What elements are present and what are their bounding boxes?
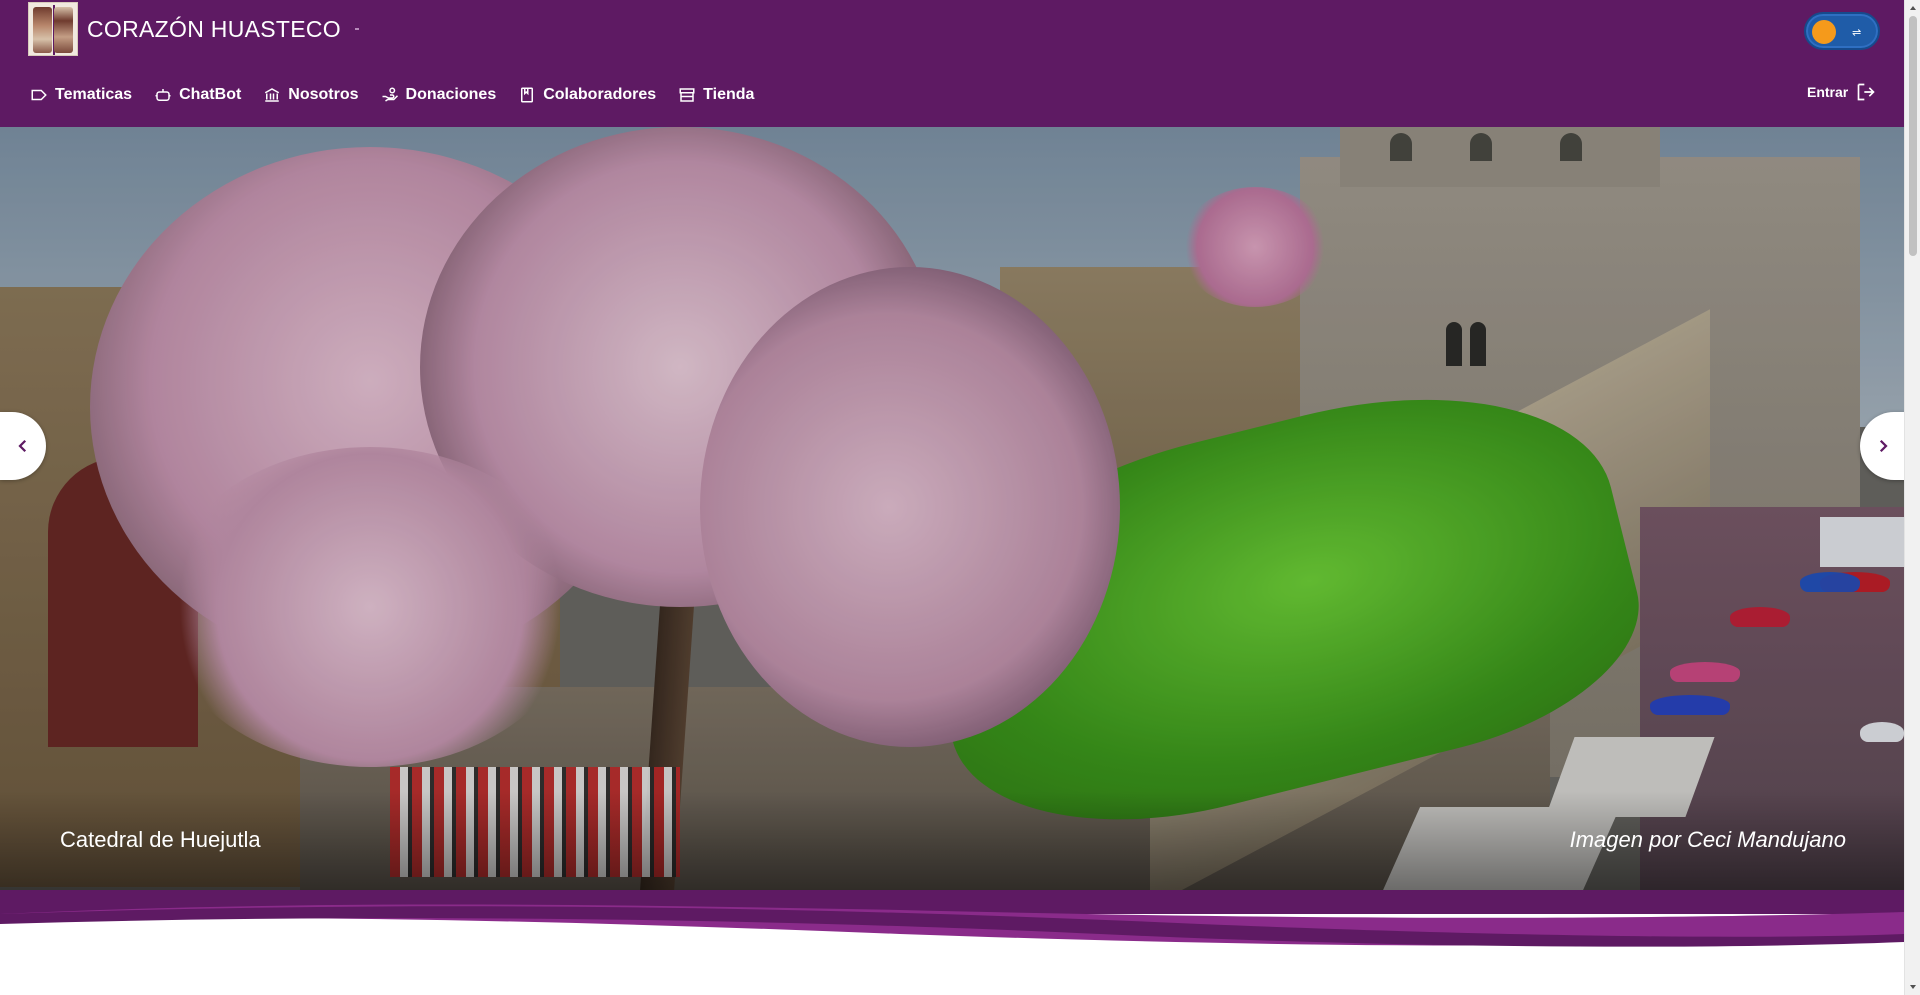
tag-icon <box>31 89 47 101</box>
nav-item-label: Tematicas <box>55 86 133 103</box>
theme-toggle[interactable]: ⇌ <box>1804 12 1880 50</box>
decorative-wave <box>0 890 1904 947</box>
caret-up-icon <box>1910 6 1916 10</box>
brand[interactable]: CORAZÓN HUASTECO <box>28 0 359 58</box>
slide-caption-title: Catedral de Huejutla <box>60 827 261 852</box>
brand-title: CORAZÓN HUASTECO <box>87 15 341 42</box>
donation-hand-icon <box>382 87 398 102</box>
scrollbar-thumb[interactable] <box>1909 16 1917 256</box>
main-nav: Tematicas ChatBot Nosotros Donaciones Co… <box>30 80 776 110</box>
robot-icon <box>155 89 171 101</box>
page-scrollbar[interactable] <box>1904 0 1920 995</box>
toggle-knob <box>1812 20 1836 44</box>
brand-logo <box>28 2 78 56</box>
scroll-down-button[interactable] <box>1905 979 1920 995</box>
login-label: Entrar <box>1807 84 1849 100</box>
caret-down-icon <box>1910 985 1916 989</box>
nav-item-donaciones[interactable]: Donaciones <box>381 86 497 104</box>
bookmark-icon <box>521 87 534 103</box>
chevron-right-icon <box>1879 439 1888 453</box>
nav-item-label: Colaboradores <box>543 86 657 103</box>
nav-item-label: Donaciones <box>405 86 497 103</box>
login-icon <box>1857 83 1875 101</box>
top-navigation-bar: CORAZÓN HUASTECO ⇌ Tematicas ChatBot Nos… <box>0 0 1904 127</box>
brand-separator <box>354 28 359 30</box>
store-icon <box>679 88 695 102</box>
nav-item-label: ChatBot <box>179 86 242 103</box>
nav-item-colaboradores[interactable]: Colaboradores <box>518 86 656 104</box>
slide-caption-credit: Imagen por Ceci Mandujano <box>1569 827 1846 852</box>
nav-item-tematicas[interactable]: Tematicas <box>30 86 132 104</box>
hero-carousel: Catedral de Huejutla Imagen por Ceci Man… <box>0 127 1904 894</box>
moon-icon: ⇌ <box>1852 26 1862 39</box>
nav-item-nosotros[interactable]: Nosotros <box>263 86 359 104</box>
nav-item-label: Tienda <box>703 86 755 103</box>
scroll-up-button[interactable] <box>1905 0 1920 16</box>
institution-icon <box>265 88 280 102</box>
nav-item-chatbot[interactable]: ChatBot <box>154 86 241 104</box>
login-button[interactable]: Entrar <box>1807 82 1876 102</box>
nav-item-tienda[interactable]: Tienda <box>678 86 754 104</box>
chevron-left-icon <box>18 439 27 453</box>
nav-item-label: Nosotros <box>288 86 359 103</box>
page: CORAZÓN HUASTECO ⇌ Tematicas ChatBot Nos… <box>0 0 1904 995</box>
